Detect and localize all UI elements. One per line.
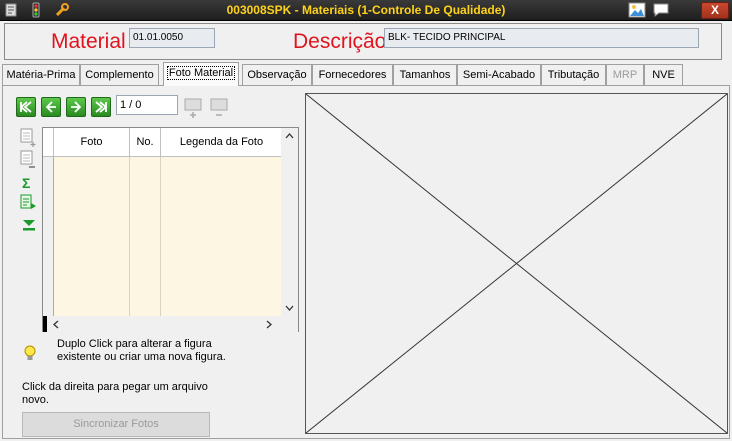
scroll-end-button[interactable] <box>21 218 37 235</box>
photo-preview[interactable] <box>305 93 728 434</box>
tab-tributacao[interactable]: Tributação <box>541 64 606 85</box>
grid-header: Foto No. Legenda da Foto <box>43 128 282 157</box>
tab-complemento[interactable]: Complemento <box>80 64 159 85</box>
last-icon <box>95 101 108 113</box>
remove-image-icon <box>210 98 228 116</box>
tab-bar: Matéria-Prima Complemento Foto Material … <box>2 62 730 86</box>
row-indicator-header <box>43 128 54 157</box>
right-click-hint: Click da direita para pegar um arquivo n… <box>22 381 208 406</box>
delete-row-icon <box>20 150 35 168</box>
no-column <box>130 157 161 316</box>
add-row-icon <box>20 128 36 147</box>
add-image-icon <box>184 98 202 118</box>
add-row-button[interactable] <box>20 128 38 151</box>
foto-column <box>54 157 130 316</box>
window-title: 003008SPK - Materiais (1-Controle De Qua… <box>226 3 506 17</box>
first-icon <box>19 101 32 113</box>
tab-observacao[interactable]: Observação <box>242 64 312 85</box>
tab-tamanhos[interactable]: Tamanhos <box>393 64 457 85</box>
grid-body[interactable] <box>43 157 282 316</box>
descricao-label: Descrição <box>293 30 387 53</box>
image-icon[interactable] <box>628 2 646 18</box>
export-button[interactable] <box>20 194 38 215</box>
material-field[interactable]: 01.01.0050 <box>129 28 215 48</box>
empty-image-placeholder-icon <box>305 93 728 434</box>
scroll-marker <box>43 316 47 332</box>
delete-row-button[interactable] <box>20 150 38 173</box>
photo-grid[interactable]: Foto No. Legenda da Foto <box>42 127 299 332</box>
col-foto[interactable]: Foto <box>54 128 130 157</box>
sync-photos-button[interactable]: Sincronizar Fotos <box>22 412 210 437</box>
tab-materia-prima[interactable]: Matéria-Prima <box>2 64 80 85</box>
tab-nve[interactable]: NVE <box>644 64 683 85</box>
tab-foto-material[interactable]: Foto Material <box>163 62 239 86</box>
last-record-button[interactable] <box>91 97 111 117</box>
col-no[interactable]: No. <box>130 128 161 157</box>
h-scroll-arrows-icon <box>53 320 272 329</box>
next-record-button[interactable] <box>66 97 86 117</box>
descricao-field[interactable]: BLK- TECIDO PRINCIPAL <box>384 28 699 48</box>
title-bar: 003008SPK - Materiais (1-Controle De Qua… <box>0 0 732 21</box>
scroll-corner <box>281 316 298 332</box>
header-panel: Material 01.01.0050 Descrição BLK- TECID… <box>4 23 722 60</box>
tab-semi-acabado[interactable]: Semi-Acabado <box>457 64 541 85</box>
tab-fornecedores[interactable]: Fornecedores <box>312 64 393 85</box>
tab-mrp[interactable]: MRP <box>606 64 644 85</box>
row-indicator-column <box>43 157 54 316</box>
col-legenda[interactable]: Legenda da Foto <box>161 128 282 157</box>
grid-horizontal-scrollbar[interactable] <box>43 316 282 332</box>
close-button[interactable]: X <box>701 2 729 19</box>
record-counter[interactable]: 1 / 0 <box>116 95 178 115</box>
add-image-button[interactable] <box>183 97 203 119</box>
scroll-arrows-icon <box>285 133 294 311</box>
next-icon <box>71 101 82 113</box>
double-click-hint: Duplo Click para alterar a figura existe… <box>57 338 226 363</box>
arrow-down-end-icon <box>23 220 35 231</box>
first-record-button[interactable] <box>16 97 36 117</box>
grid-vertical-scrollbar[interactable] <box>281 128 298 316</box>
lightbulb-icon <box>22 344 38 365</box>
prev-icon <box>45 101 56 113</box>
sum-icon[interactable]: Σ <box>22 175 30 191</box>
remove-image-button[interactable] <box>209 97 229 119</box>
prev-record-button[interactable] <box>41 97 61 117</box>
help-icon[interactable] <box>652 2 670 18</box>
material-label: Material <box>51 30 126 53</box>
export-icon <box>20 194 36 209</box>
